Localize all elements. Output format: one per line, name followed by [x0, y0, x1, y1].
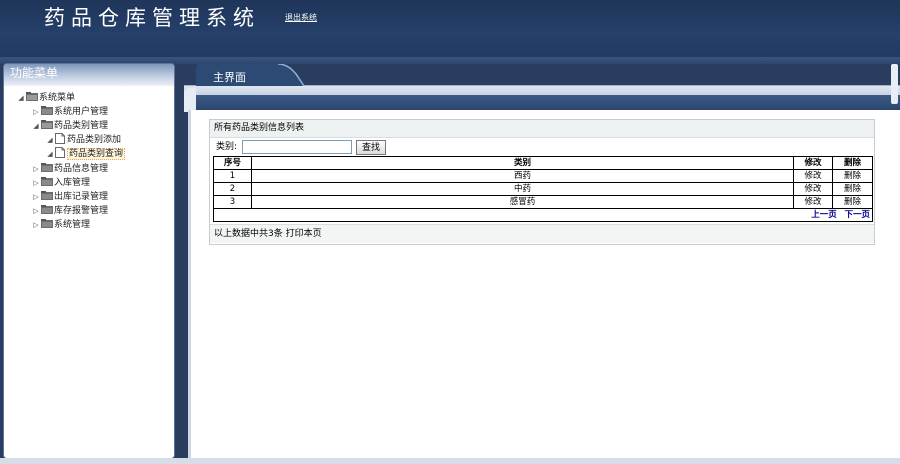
folder-icon — [41, 177, 53, 186]
prev-page-link[interactable]: 上一页 — [811, 210, 837, 220]
tab-main[interactable]: 主界面 — [196, 64, 304, 86]
folder-open-icon — [26, 92, 38, 101]
folder-open-icon — [41, 120, 53, 129]
sidebar-item-label: 库存报警管理 — [54, 206, 109, 216]
tab-main-label: 主界面 — [213, 71, 246, 84]
section-title: 所有药品类别信息列表 — [210, 120, 874, 138]
table-row: 2 中药 修改 删除 — [213, 182, 873, 196]
menu-panel-title: 功能菜单 — [4, 64, 174, 86]
row-number: 3 — [213, 195, 252, 209]
delete-link[interactable]: 删除 — [832, 195, 873, 209]
sidebar-item-label: 药品类别管理 — [54, 121, 109, 131]
next-page-link[interactable]: 下一页 — [844, 210, 870, 220]
content-frame: 所有药品类别信息列表 类别: 查找 序号 类别 修改 删除 1 西药 修改 删除… — [188, 110, 900, 460]
document-icon — [55, 133, 65, 144]
sidebar-item-system-users[interactable]: ▷ 系统用户管理 — [32, 106, 108, 119]
leaf-arrow-icon: ◢ — [47, 150, 53, 158]
frame-right-edge — [891, 64, 898, 104]
content-ribbon — [196, 95, 900, 110]
sidebar-item-stock-out[interactable]: ▷ 出库记录管理 — [32, 191, 108, 204]
folder-icon — [41, 163, 53, 172]
column-header: 删除 — [832, 156, 873, 170]
category-table: 序号 类别 修改 删除 1 西药 修改 删除 2 中药 修改 删除 3 感冒药 … — [213, 156, 873, 222]
sidebar-item-label: 入库管理 — [54, 178, 91, 188]
folder-icon — [41, 219, 53, 228]
table-header-row: 序号 类别 修改 删除 — [213, 156, 873, 170]
sidebar-item-label: 系统管理 — [54, 220, 91, 230]
row-category: 感冒药 — [250, 195, 795, 209]
expanded-arrow-icon[interactable]: ◢ — [32, 120, 40, 133]
row-category: 西药 — [250, 169, 795, 183]
bottom-bar — [0, 458, 900, 464]
sidebar-item-label: 出库记录管理 — [54, 192, 109, 202]
collapsed-arrow-icon[interactable]: ▷ — [32, 106, 40, 119]
header-band — [0, 57, 900, 64]
folder-icon — [41, 205, 53, 214]
sidebar-item-drug-category[interactable]: ◢ 药品类别管理 — [32, 120, 108, 133]
column-header: 序号 — [213, 156, 252, 170]
folder-icon — [41, 106, 53, 115]
sidebar-item-label: 系统用户管理 — [54, 107, 109, 117]
pager-row: 上一页 下一页 — [213, 208, 873, 222]
collapsed-arrow-icon[interactable]: ▷ — [32, 219, 40, 232]
pager-cell: 上一页 下一页 — [213, 208, 873, 222]
tree-root-label: 系统菜单 — [39, 93, 76, 103]
edit-link[interactable]: 修改 — [793, 182, 834, 196]
collapsed-arrow-icon[interactable]: ▷ — [32, 177, 40, 190]
tree-root[interactable]: ◢ 系统菜单 — [17, 92, 75, 105]
sidebar-item-label: 药品类别添加 — [67, 135, 122, 145]
sidebar-item-label-selected: 药品类别查询 — [67, 148, 126, 160]
app-title: 药品仓库管理系统 — [44, 6, 260, 30]
column-header: 类别 — [250, 156, 795, 170]
collapsed-arrow-icon[interactable]: ▷ — [32, 191, 40, 204]
row-category: 中药 — [250, 182, 795, 196]
table-row: 3 感冒药 修改 删除 — [213, 195, 873, 209]
sidebar-item-label: 药品信息管理 — [54, 164, 109, 174]
main-area: 主界面 所有药品类别信息列表 类别: 查找 序号 类别 修改 删除 1 西药 修… — [184, 64, 900, 464]
search-row: 类别: 查找 — [210, 138, 874, 156]
sidebar-item-drug-info[interactable]: ▷ 药品信息管理 — [32, 163, 108, 176]
row-number: 1 — [213, 169, 252, 183]
delete-link[interactable]: 删除 — [832, 182, 873, 196]
document-icon — [55, 147, 65, 158]
row-number: 2 — [213, 182, 252, 196]
column-header: 修改 — [793, 156, 834, 170]
summary-text: 以上数据中共3条 打印本页 — [210, 224, 874, 243]
sidebar-item-category-query[interactable]: ◢ 药品类别查询 — [46, 147, 126, 161]
sidebar-item-category-add[interactable]: ◢ 药品类别添加 — [46, 133, 122, 147]
search-label: 类别: — [216, 142, 238, 152]
logout-link[interactable]: 退出系统 — [285, 12, 317, 23]
category-list-panel: 所有药品类别信息列表 类别: 查找 序号 类别 修改 删除 1 西药 修改 删除… — [209, 119, 875, 245]
collapsed-arrow-icon[interactable]: ▷ — [32, 205, 40, 218]
delete-link[interactable]: 删除 — [832, 169, 873, 183]
leaf-arrow-icon: ◢ — [47, 136, 53, 144]
edit-link[interactable]: 修改 — [793, 195, 834, 209]
expanded-arrow-icon[interactable]: ◢ — [17, 92, 25, 105]
frame-corner — [184, 88, 196, 112]
category-search-input[interactable] — [242, 140, 352, 154]
sidebar-item-stock-alarm[interactable]: ▷ 库存报警管理 — [32, 205, 108, 218]
sidebar-item-system-admin[interactable]: ▷ 系统管理 — [32, 219, 90, 232]
app-header: 药品仓库管理系统 退出系统 — [0, 0, 900, 57]
folder-icon — [41, 191, 53, 200]
search-button[interactable]: 查找 — [356, 140, 386, 155]
collapsed-arrow-icon[interactable]: ▷ — [32, 163, 40, 176]
function-menu-panel: 功能菜单 ◢ 系统菜单 ▷ 系统用户管理 ◢ 药品类别管理 ◢ 药品类别添加 ◢ 药品类别… — [4, 64, 174, 458]
edit-link[interactable]: 修改 — [793, 169, 834, 183]
sidebar-item-stock-in[interactable]: ▷ 入库管理 — [32, 177, 90, 190]
table-row: 1 西药 修改 删除 — [213, 169, 873, 183]
